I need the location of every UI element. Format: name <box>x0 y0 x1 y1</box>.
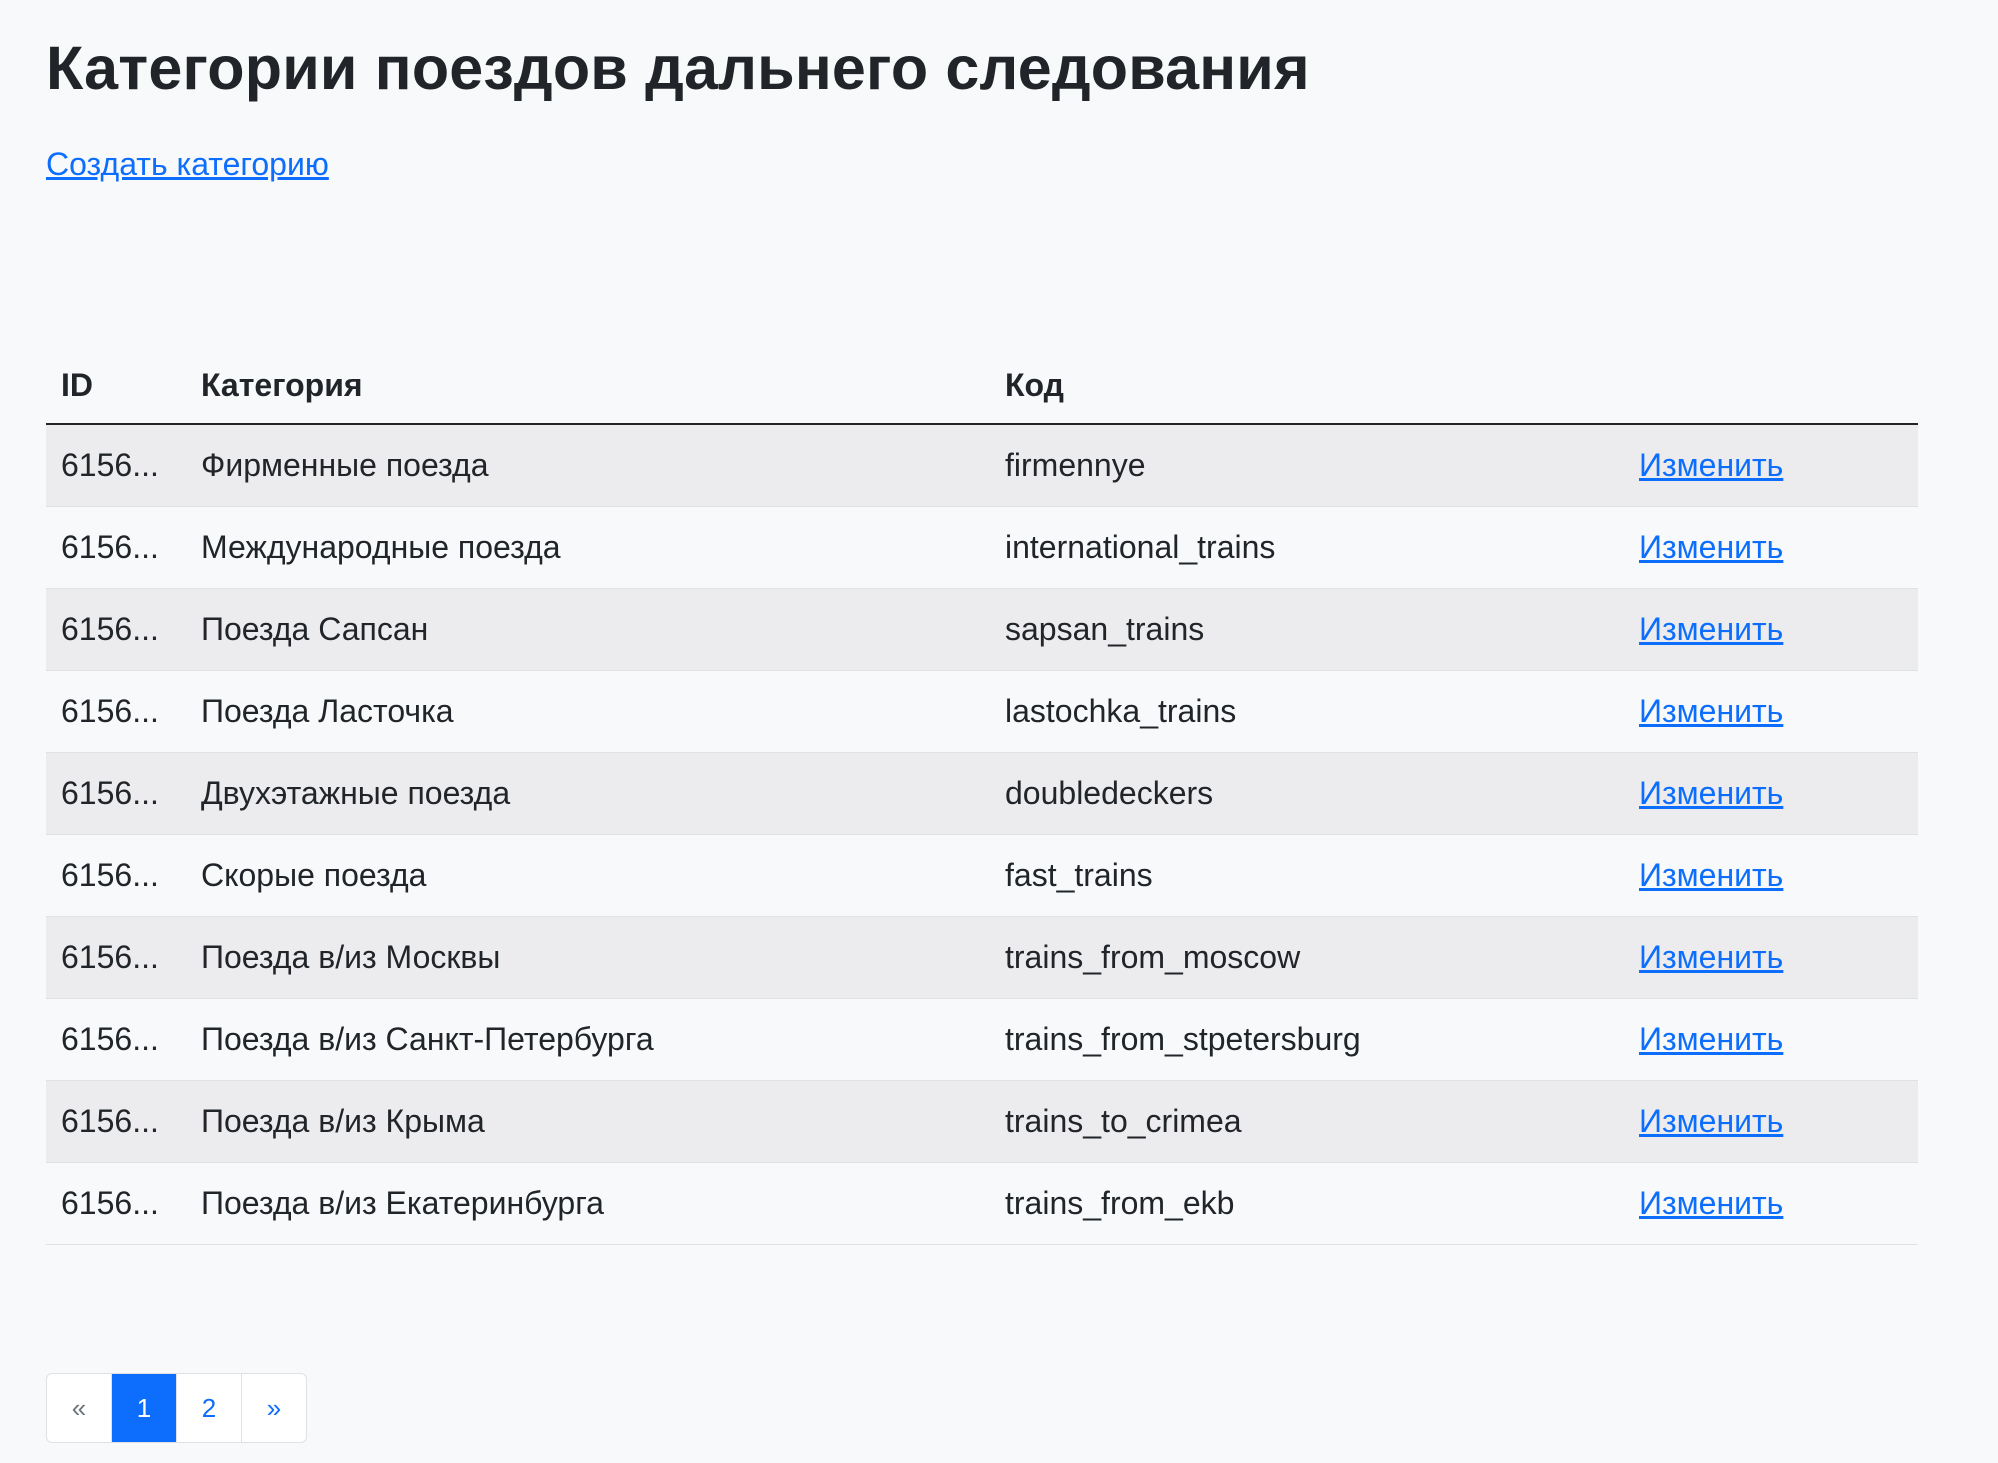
pagination-page-1[interactable]: 1 <box>112 1374 177 1442</box>
cell-category: Поезда в/из Екатеринбурга <box>186 1162 990 1245</box>
table-body: 6156... Фирменные поезда firmennye Измен… <box>46 424 1918 1245</box>
edit-link[interactable]: Изменить <box>1639 611 1783 647</box>
edit-link[interactable]: Изменить <box>1639 939 1783 975</box>
pagination-next[interactable]: » <box>242 1374 306 1442</box>
table-row: 6156... Поезда в/из Екатеринбурга trains… <box>46 1162 1918 1245</box>
cell-category: Скорые поезда <box>186 834 990 917</box>
page-title: Категории поездов дальнего следования <box>46 34 1310 102</box>
edit-link[interactable]: Изменить <box>1639 693 1783 729</box>
table-row: 6156... Поезда в/из Москвы trains_from_m… <box>46 916 1918 999</box>
cell-id: 6156... <box>46 506 186 589</box>
page-container: Категории поездов дальнего следования Со… <box>0 0 1998 183</box>
cell-actions: Изменить <box>1624 670 1918 753</box>
header-code: Код <box>990 348 1624 425</box>
header-actions <box>1624 348 1918 425</box>
cell-actions: Изменить <box>1624 424 1918 507</box>
table-row: 6156... Фирменные поезда firmennye Измен… <box>46 424 1918 507</box>
cell-id: 6156... <box>46 670 186 753</box>
cell-code: trains_from_moscow <box>990 916 1624 999</box>
cell-category: Поезда Сапсан <box>186 588 990 671</box>
cell-id: 6156... <box>46 916 186 999</box>
cell-category: Фирменные поезда <box>186 424 990 507</box>
table-row: 6156... Международные поезда internation… <box>46 506 1918 589</box>
cell-code: sapsan_trains <box>990 588 1624 671</box>
cell-code: international_trains <box>990 506 1624 589</box>
cell-id: 6156... <box>46 1080 186 1163</box>
edit-link[interactable]: Изменить <box>1639 1021 1783 1057</box>
table-row: 6156... Скорые поезда fast_trains Измени… <box>46 834 1918 917</box>
table-row: 6156... Поезда в/из Крыма trains_to_crim… <box>46 1080 1918 1163</box>
cell-code: trains_from_stpetersburg <box>990 998 1624 1081</box>
cell-category: Поезда в/из Санкт-Петербурга <box>186 998 990 1081</box>
pagination-prev[interactable]: « <box>47 1374 112 1442</box>
cell-actions: Изменить <box>1624 1162 1918 1245</box>
edit-link[interactable]: Изменить <box>1639 1103 1783 1139</box>
create-category-link[interactable]: Создать категорию <box>46 146 329 183</box>
header-id: ID <box>46 348 186 425</box>
edit-link[interactable]: Изменить <box>1639 447 1783 483</box>
cell-actions: Изменить <box>1624 916 1918 999</box>
table-header-row: ID Категория Код <box>46 348 1918 425</box>
cell-id: 6156... <box>46 424 186 507</box>
header-category: Категория <box>186 348 990 425</box>
cell-category: Поезда в/из Москвы <box>186 916 990 999</box>
cell-id: 6156... <box>46 752 186 835</box>
cell-code: fast_trains <box>990 834 1624 917</box>
cell-code: firmennye <box>990 424 1624 507</box>
cell-category: Поезда Ласточка <box>186 670 990 753</box>
cell-category: Международные поезда <box>186 506 990 589</box>
cell-actions: Изменить <box>1624 588 1918 671</box>
cell-actions: Изменить <box>1624 752 1918 835</box>
edit-link[interactable]: Изменить <box>1639 1185 1783 1221</box>
edit-link[interactable]: Изменить <box>1639 775 1783 811</box>
cell-code: doubledeckers <box>990 752 1624 835</box>
pagination: « 1 2 » <box>46 1373 307 1443</box>
categories-table: ID Категория Код 6156... Фирменные поезд… <box>46 348 1918 1245</box>
cell-actions: Изменить <box>1624 1080 1918 1163</box>
pagination-page-2[interactable]: 2 <box>177 1374 242 1442</box>
table-row: 6156... Поезда Сапсан sapsan_trains Изме… <box>46 588 1918 671</box>
edit-link[interactable]: Изменить <box>1639 529 1783 565</box>
cell-category: Двухэтажные поезда <box>186 752 990 835</box>
cell-id: 6156... <box>46 1162 186 1245</box>
table-row: 6156... Двухэтажные поезда doubledeckers… <box>46 752 1918 835</box>
cell-actions: Изменить <box>1624 998 1918 1081</box>
cell-code: trains_to_crimea <box>990 1080 1624 1163</box>
cell-id: 6156... <box>46 834 186 917</box>
cell-id: 6156... <box>46 998 186 1081</box>
cell-code: lastochka_trains <box>990 670 1624 753</box>
table-row: 6156... Поезда Ласточка lastochka_trains… <box>46 670 1918 753</box>
table-header: ID Категория Код <box>46 348 1918 425</box>
cell-id: 6156... <box>46 588 186 671</box>
cell-actions: Изменить <box>1624 506 1918 589</box>
table-row: 6156... Поезда в/из Санкт-Петербурга tra… <box>46 998 1918 1081</box>
cell-code: trains_from_ekb <box>990 1162 1624 1245</box>
edit-link[interactable]: Изменить <box>1639 857 1783 893</box>
cell-actions: Изменить <box>1624 834 1918 917</box>
cell-category: Поезда в/из Крыма <box>186 1080 990 1163</box>
